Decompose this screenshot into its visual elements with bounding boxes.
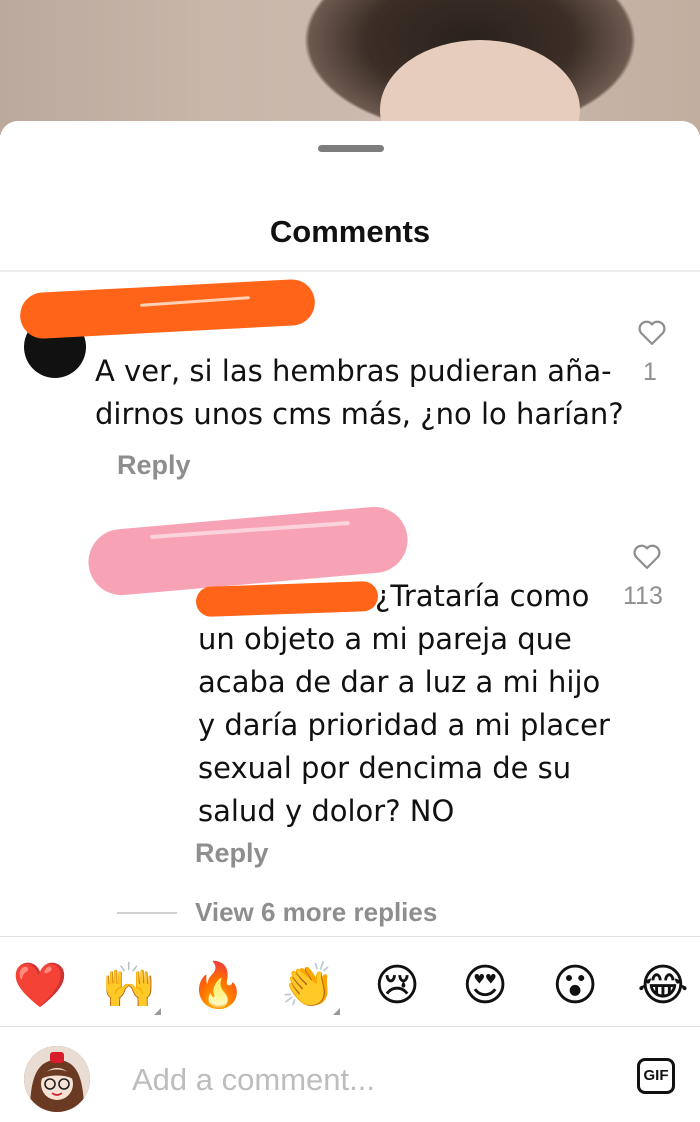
gif-button[interactable]: GIF (637, 1058, 675, 1094)
like-heart-icon[interactable] (632, 542, 662, 570)
avatar-illustration (24, 1046, 90, 1112)
reply-text: ¿Trataría como un objeto a mi pareja que… (198, 579, 610, 828)
clapping-hands-emoji[interactable]: 👏 (278, 956, 338, 1016)
reply-button[interactable]: Reply (117, 450, 191, 481)
variant-indicator-icon (333, 1008, 340, 1015)
reaction-bar-top-divider (0, 936, 700, 937)
like-count: 113 (623, 582, 663, 610)
title-divider (0, 270, 700, 272)
reply-button[interactable]: Reply (195, 838, 269, 869)
composer-top-divider (0, 1026, 700, 1027)
raising-hands-emoji[interactable]: 🙌 (99, 956, 159, 1016)
view-more-replies-button[interactable]: View 6 more replies (195, 897, 437, 928)
like-heart-icon[interactable] (637, 318, 667, 346)
comment-text: A ver, si las hembras pudieran aña- dirn… (95, 354, 624, 431)
view-replies-line (117, 912, 177, 914)
drag-handle[interactable] (318, 145, 384, 152)
background-video-frame (0, 0, 700, 180)
red-heart-emoji[interactable]: ❤️ (10, 956, 70, 1016)
like-count: 1 (643, 358, 657, 386)
user-avatar[interactable] (24, 1046, 90, 1112)
surprised-face-emoji[interactable]: 😮 (545, 956, 605, 1016)
crying-face-emoji[interactable]: 😢 (367, 956, 427, 1016)
fire-emoji[interactable]: 🔥 (188, 956, 248, 1016)
sheet-title: Comments (269, 214, 431, 249)
heart-eyes-emoji[interactable]: 😍 (455, 956, 515, 1016)
variant-indicator-icon (154, 1008, 161, 1015)
add-comment-input[interactable] (130, 1058, 614, 1102)
tears-of-joy-emoji[interactable]: 😂 (633, 956, 693, 1016)
